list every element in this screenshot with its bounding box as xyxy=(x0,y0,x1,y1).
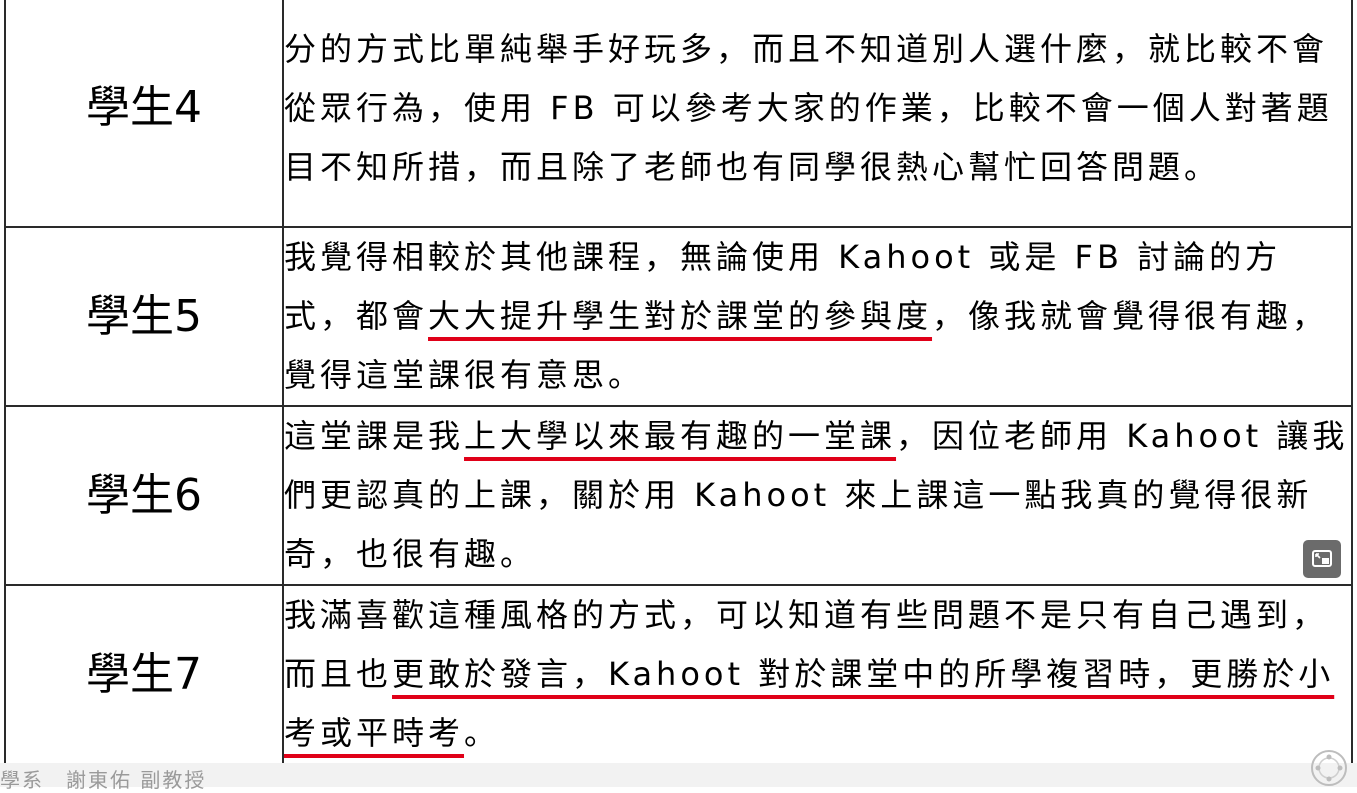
feedback-text: 分的方式比單純舉手好玩多，而且不知道別人選什麼，就比較不會從眾行為，使用 FB … xyxy=(284,20,1351,197)
student-label: 學生7 xyxy=(4,584,284,765)
feedback-highlight: 大大提升學生對於課堂的參與度 xyxy=(428,297,933,335)
picture-in-picture-button[interactable] xyxy=(1303,540,1341,578)
table-row: 學生4 分的方式比單純舉手好玩多，而且不知道別人選什麼，就比較不會從眾行為，使用… xyxy=(4,0,1353,228)
feedback-cell: 我覺得相較於其他課程，無論使用 Kahoot 或是 FB 討論的方式，都會大大提… xyxy=(282,226,1353,407)
feedback-highlight: 上大學以來最有趣的一堂課 xyxy=(464,417,897,455)
table-row: 學生5 我覺得相較於其他課程，無論使用 Kahoot 或是 FB 討論的方式，都… xyxy=(4,226,1353,407)
feedback-cell: 分的方式比單純舉手好玩多，而且不知道別人選什麼，就比較不會從眾行為，使用 FB … xyxy=(282,0,1353,228)
student-label: 學生4 xyxy=(4,0,284,228)
student-label: 學生5 xyxy=(4,226,284,407)
feedback-cell: 我滿喜歡這種風格的方式，可以知道有些問題不是只有自己遇到，而且也更敢於發言，Ka… xyxy=(282,584,1353,765)
table-row: 學生7 我滿喜歡這種風格的方式，可以知道有些問題不是只有自己遇到，而且也更敢於發… xyxy=(4,584,1353,765)
footer-caption: 學系 謝東佑 副教授 xyxy=(0,768,207,792)
feedback-segment: 這堂課是我 xyxy=(284,417,465,455)
feedback-segment: 。 xyxy=(464,714,501,752)
student-label: 學生6 xyxy=(4,405,284,586)
feedback-highlight: 更敢於發言，Kahoot 對於課堂中的所學複習時，更勝於小考或平時考 xyxy=(284,655,1335,752)
picture-in-picture-icon xyxy=(1312,550,1332,567)
table-row: 學生6 這堂課是我上大學以來最有趣的一堂課，因位老師用 Kahoot 讓我們更認… xyxy=(4,405,1353,586)
feedback-segment: 分的方式比單純舉手好玩多，而且不知道別人選什麼，就比較不會從眾行為，使用 FB … xyxy=(284,29,1333,186)
feedback-text: 這堂課是我上大學以來最有趣的一堂課，因位老師用 Kahoot 讓我們更認真的上課… xyxy=(284,407,1351,584)
feedback-text: 我覺得相較於其他課程，無論使用 Kahoot 或是 FB 討論的方式，都會大大提… xyxy=(284,228,1351,405)
student-feedback-table: 學生4 分的方式比單純舉手好玩多，而且不知道別人選什麼，就比較不會從眾行為，使用… xyxy=(4,0,1353,765)
feedback-text: 我滿喜歡這種風格的方式，可以知道有些問題不是只有自己遇到，而且也更敢於發言，Ka… xyxy=(284,586,1351,763)
watermark-logo-icon xyxy=(1311,750,1347,786)
feedback-cell: 這堂課是我上大學以來最有趣的一堂課，因位老師用 Kahoot 讓我們更認真的上課… xyxy=(282,405,1353,586)
